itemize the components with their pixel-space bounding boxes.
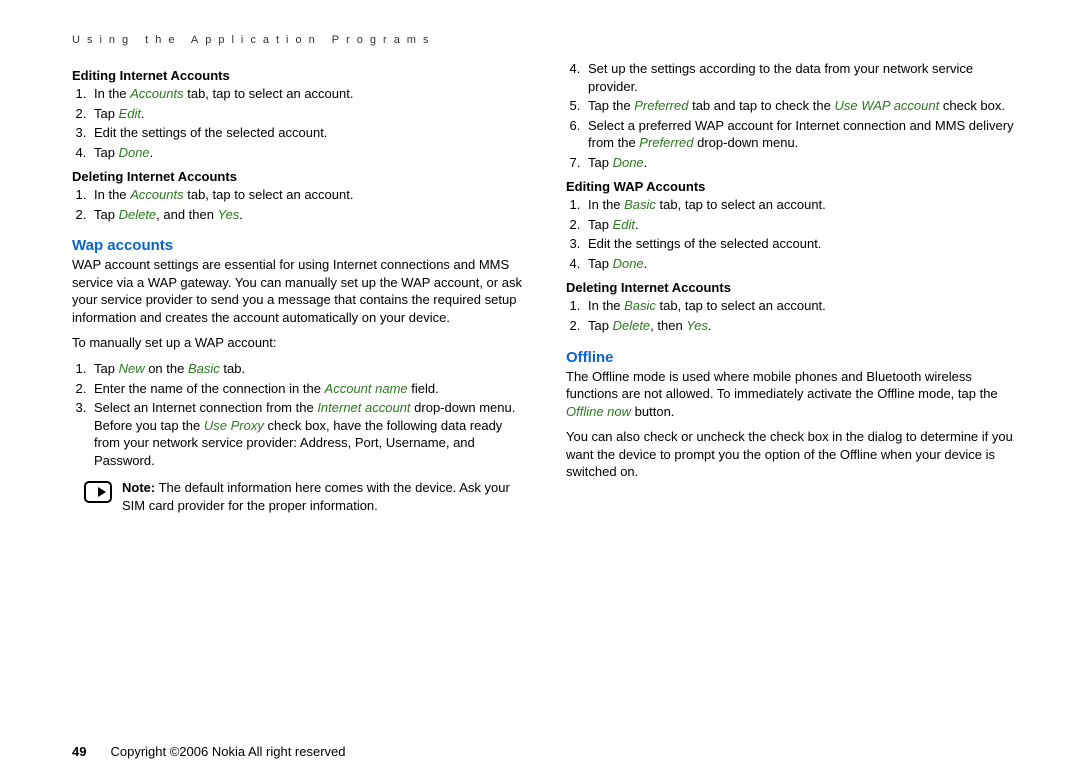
deleting-accounts-title: Deleting Internet Accounts: [72, 169, 526, 184]
note-block: Note: The default information here comes…: [72, 479, 526, 514]
list-item: Tap the Preferred tab and tap to check t…: [584, 97, 1020, 115]
wap-intro-paragraph: WAP account settings are essential for u…: [72, 256, 526, 326]
list-item: Tap Done.: [584, 255, 1020, 273]
list-item: Select a preferred WAP account for Inter…: [584, 117, 1020, 152]
list-item: Tap Done.: [584, 154, 1020, 172]
list-item: Tap Edit.: [584, 216, 1020, 234]
deleting-accounts2-title: Deleting Internet Accounts: [566, 280, 1020, 295]
list-item: In the Accounts tab, tap to select an ac…: [90, 186, 526, 204]
list-item: Tap Delete, and then Yes.: [90, 206, 526, 224]
copyright-text: Copyright ©2006 Nokia All right reserved: [110, 744, 345, 759]
offline-paragraph-1: The Offline mode is used where mobile ph…: [566, 368, 1020, 421]
note-text: Note: The default information here comes…: [122, 479, 526, 514]
deleting-accounts2-list: In the Basic tab, tap to select an accou…: [566, 297, 1020, 334]
list-item: Tap Edit.: [90, 105, 526, 123]
wap-setup-continued-list: Set up the settings according to the dat…: [566, 60, 1020, 171]
wap-setup-list: Tap New on the Basic tab. Enter the name…: [72, 360, 526, 469]
page-footer: 49 Copyright ©2006 Nokia All right reser…: [72, 744, 346, 759]
list-item: Enter the name of the connection in the …: [90, 380, 526, 398]
list-item: Tap New on the Basic tab.: [90, 360, 526, 378]
list-item: In the Accounts tab, tap to select an ac…: [90, 85, 526, 103]
list-item: Tap Done.: [90, 144, 526, 162]
running-header: Using the Application Programs: [72, 34, 1020, 46]
content-columns: Editing Internet Accounts In the Account…: [72, 60, 1020, 514]
offline-paragraph-2: You can also check or uncheck the check …: [566, 428, 1020, 481]
note-icon: [84, 481, 112, 503]
deleting-accounts-list: In the Accounts tab, tap to select an ac…: [72, 186, 526, 223]
list-item: Edit the settings of the selected accoun…: [90, 124, 526, 142]
list-item: Set up the settings according to the dat…: [584, 60, 1020, 95]
list-item: Tap Delete, then Yes.: [584, 317, 1020, 335]
editing-wap-list: In the Basic tab, tap to select an accou…: [566, 196, 1020, 272]
editing-accounts-title: Editing Internet Accounts: [72, 68, 526, 83]
editing-wap-title: Editing WAP Accounts: [566, 179, 1020, 194]
offline-heading: Offline: [566, 349, 1020, 366]
wap-accounts-heading: Wap accounts: [72, 237, 526, 254]
left-column: Editing Internet Accounts In the Account…: [72, 60, 526, 514]
right-column: Set up the settings according to the dat…: [566, 60, 1020, 514]
editing-accounts-list: In the Accounts tab, tap to select an ac…: [72, 85, 526, 161]
wap-setup-lead: To manually set up a WAP account:: [72, 334, 526, 352]
list-item: In the Basic tab, tap to select an accou…: [584, 196, 1020, 214]
page-number: 49: [72, 744, 86, 759]
list-item: In the Basic tab, tap to select an accou…: [584, 297, 1020, 315]
list-item: Select an Internet connection from the I…: [90, 399, 526, 469]
list-item: Edit the settings of the selected accoun…: [584, 235, 1020, 253]
